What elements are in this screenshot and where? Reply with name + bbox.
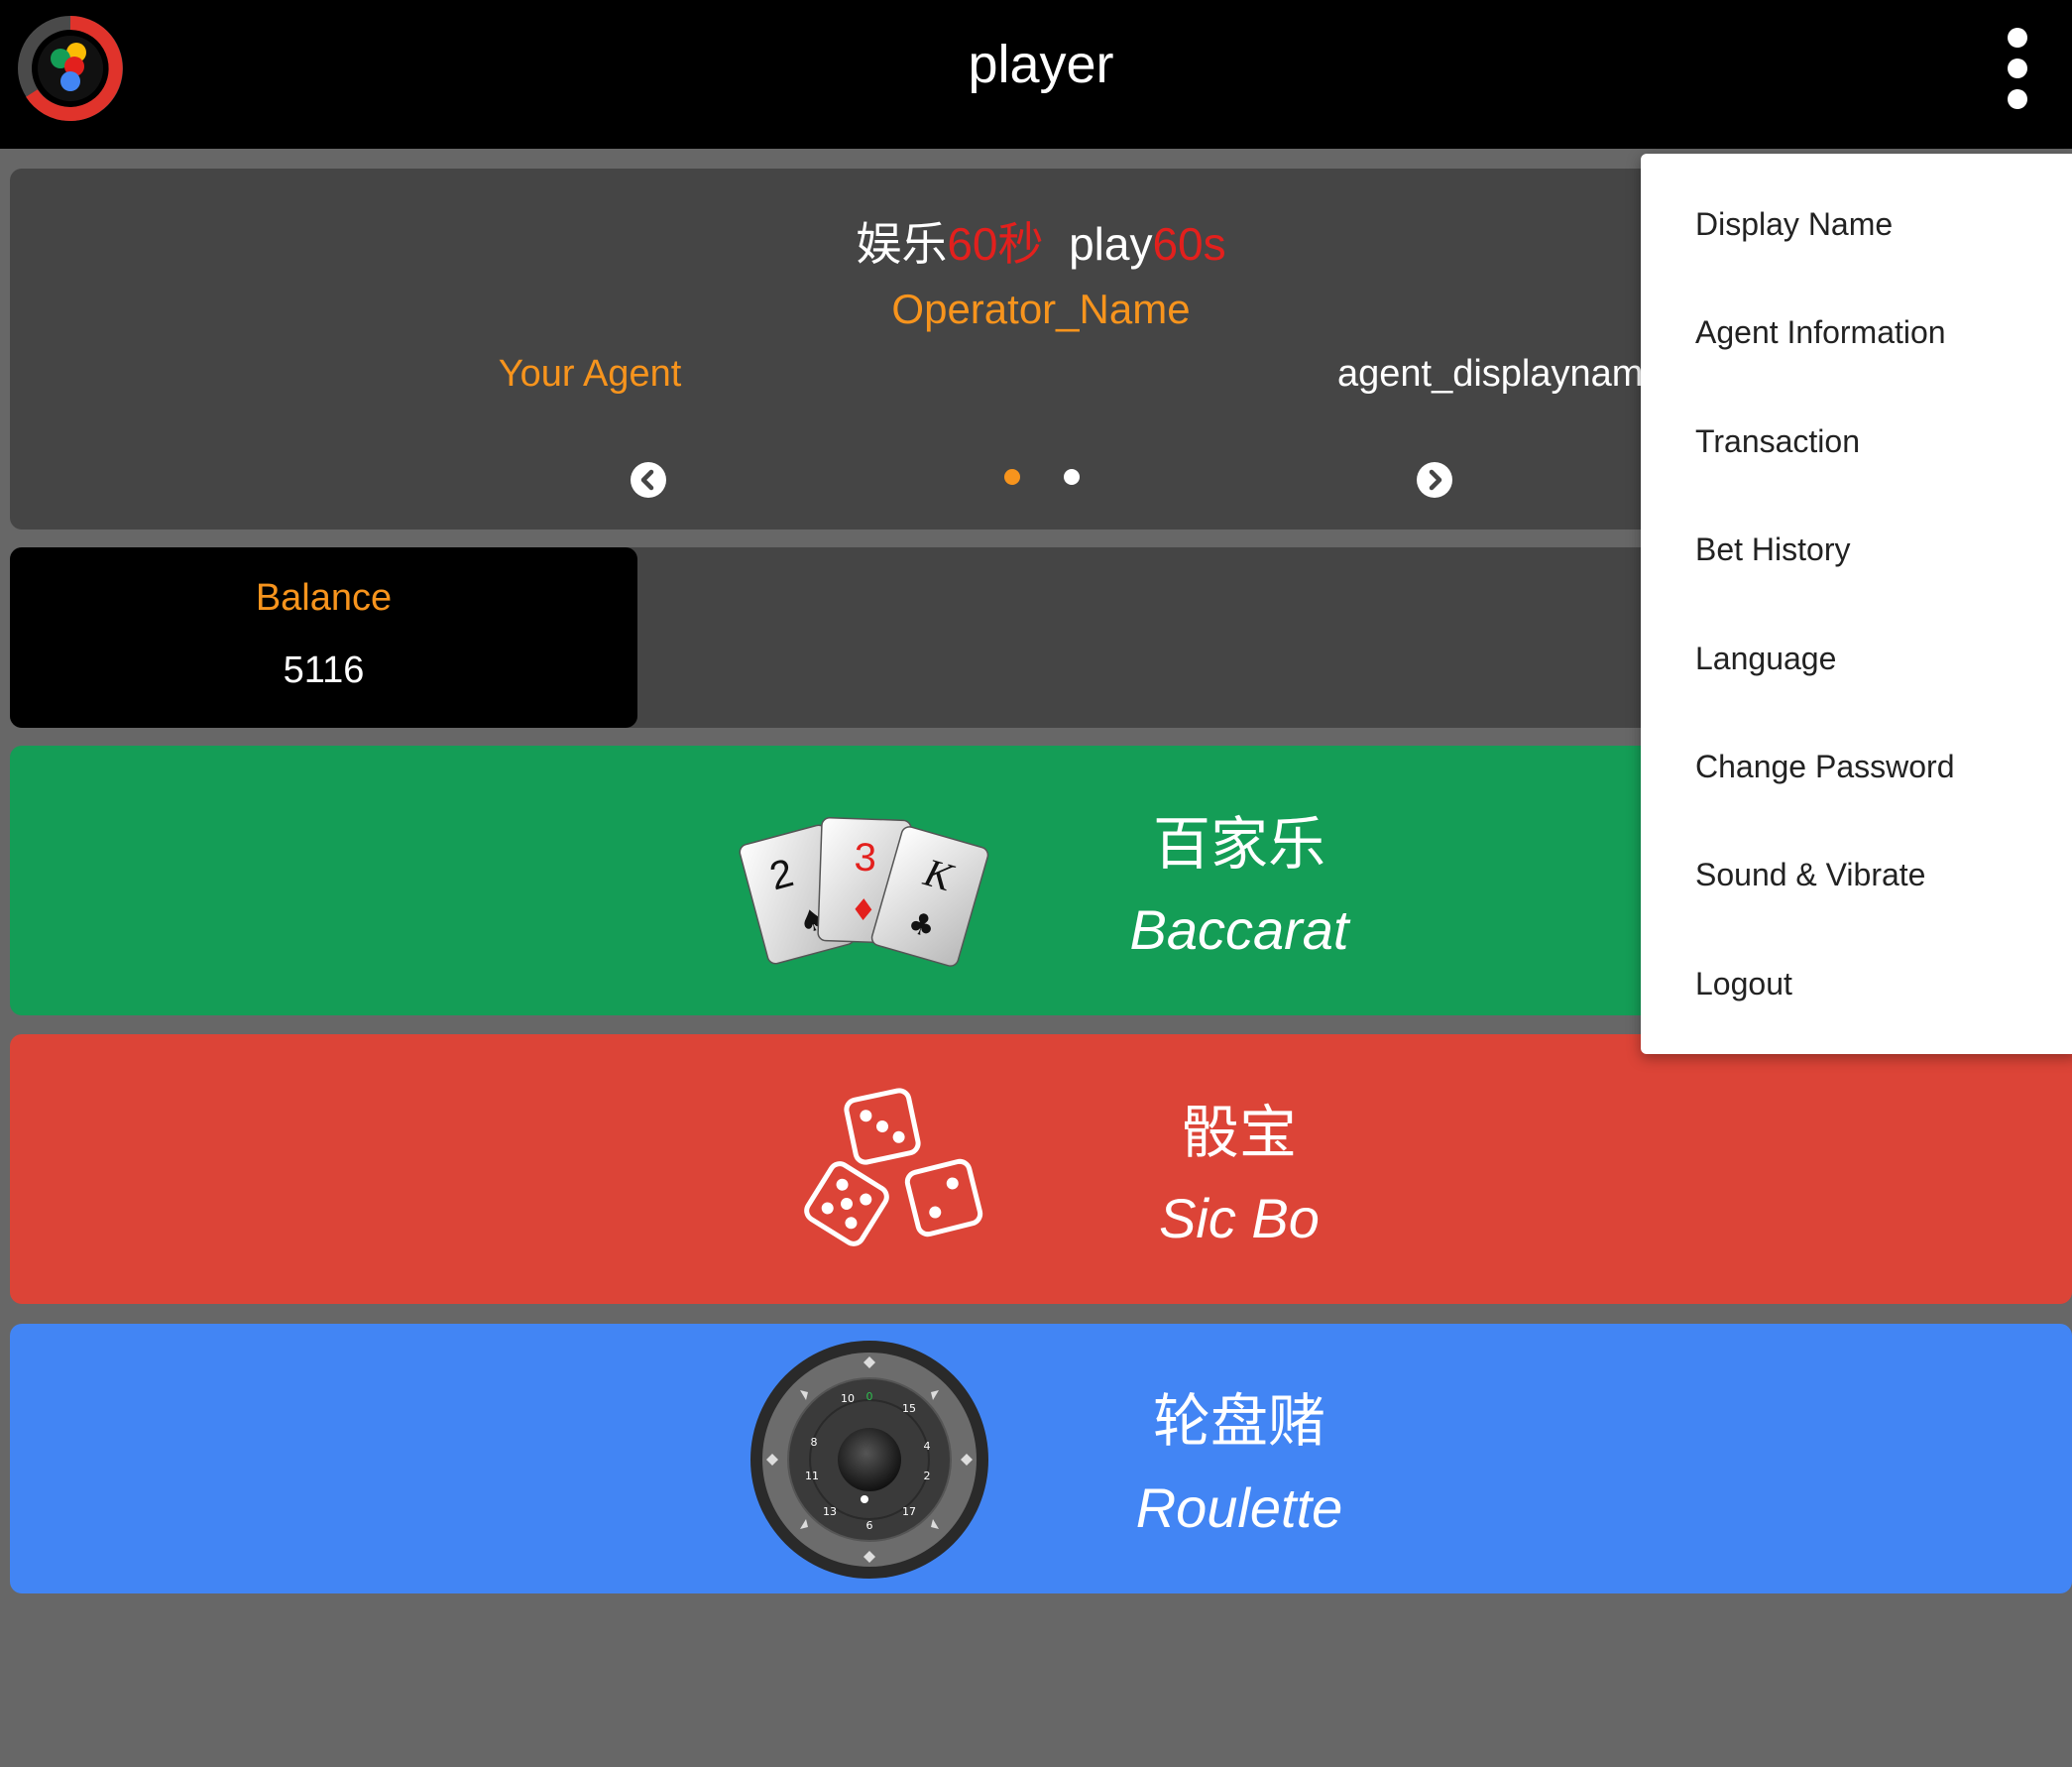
- wheel-number-10: 10: [841, 1392, 855, 1405]
- brand-cn-accent: 60秒: [947, 218, 1044, 270]
- carousel-prev-icon[interactable]: [631, 462, 666, 498]
- menu-item-change-password[interactable]: Change Password: [1695, 749, 2062, 785]
- carousel-dot-2[interactable]: [1064, 469, 1080, 485]
- menu-item-transaction[interactable]: Transaction: [1695, 423, 2062, 460]
- brand-en-prefix: play: [1069, 218, 1153, 270]
- game-name-cn-roulette: 轮盘赌: [1152, 1389, 1325, 1454]
- game-tile-sic-bo[interactable]: [10, 1034, 2072, 1304]
- menu-item-sound-vibrate[interactable]: Sound & Vibrate: [1695, 857, 2062, 893]
- menu-item-logout[interactable]: Logout: [1695, 966, 2062, 1002]
- roulette-wheel-icon: 0 15 4 2 17 6 13 11 8 10: [750, 1341, 988, 1579]
- game-name-en-sic-bo: Sic Bo: [1159, 1187, 1320, 1249]
- dice-icon: [804, 1088, 983, 1246]
- carousel-next-icon[interactable]: [1417, 462, 1452, 498]
- wheel-number-4: 4: [924, 1440, 931, 1453]
- menu-item-display-name[interactable]: Display Name: [1695, 206, 2062, 243]
- carousel-dot-1[interactable]: [1004, 469, 1020, 485]
- game-tile-roulette[interactable]: [10, 1324, 2072, 1593]
- options-menu: [1641, 154, 2072, 1054]
- wheel-number-2: 2: [924, 1470, 931, 1482]
- wheel-number-15: 15: [902, 1402, 916, 1415]
- wheel-number-13: 13: [823, 1505, 837, 1518]
- balance-card: [10, 547, 637, 728]
- menu-item-agent-information[interactable]: Agent Information: [1695, 314, 2062, 351]
- balance-label: Balance: [255, 577, 393, 619]
- page-title: player: [968, 35, 1114, 94]
- menu-item-bet-history[interactable]: Bet History: [1695, 531, 2062, 568]
- wheel-number-11: 11: [805, 1470, 819, 1482]
- agent-label: Your Agent: [498, 353, 682, 395]
- brand-en-accent: 60s: [1152, 218, 1226, 270]
- more-options-icon[interactable]: [1993, 26, 2042, 111]
- svg-text:♦: ♦: [850, 893, 877, 929]
- card-3-rank: 3: [854, 836, 877, 881]
- game-name-cn-sic-bo: 骰宝: [1181, 1101, 1297, 1165]
- balance-value: 5116: [283, 649, 365, 691]
- game-name-en-baccarat: Baccarat: [1129, 898, 1349, 961]
- menu-item-language[interactable]: Language: [1695, 641, 2062, 677]
- playing-cards-icon: 2 ♠ 3 ♦ K ♣: [739, 816, 989, 967]
- agent-value: agent_displayname: [1337, 353, 1665, 395]
- wheel-number-8: 8: [811, 1436, 818, 1449]
- wheel-number-0: 0: [866, 1390, 873, 1403]
- wheel-number-17: 17: [902, 1505, 916, 1518]
- game-name-cn-baccarat: 百家乐: [1152, 812, 1325, 877]
- game-name-en-roulette: Roulette: [1135, 1476, 1343, 1539]
- wheel-number-6: 6: [866, 1519, 873, 1532]
- brand-cn-prefix: 娱乐: [856, 218, 948, 270]
